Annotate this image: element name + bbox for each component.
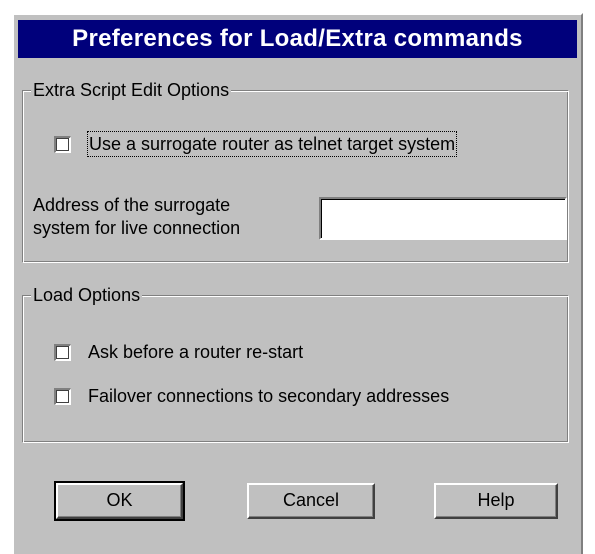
surrogate-address-label: Address of the surrogate system for live… [33, 194, 240, 240]
extra-options-legend: Extra Script Edit Options [31, 79, 232, 101]
failover-connections-checkbox[interactable] [54, 387, 71, 405]
surrogate-router-option[interactable]: Use a surrogate router as telnet target … [54, 131, 458, 157]
surrogate-address-label-line1: Address of the surrogate [33, 195, 231, 215]
load-options-legend: Load Options [31, 284, 143, 306]
help-button[interactable]: Help [434, 483, 558, 519]
failover-connections-option[interactable]: Failover connections to secondary addres… [54, 385, 449, 407]
surrogate-router-label[interactable]: Use a surrogate router as telnet target … [86, 131, 458, 157]
dialog-title: Preferences for Load/Extra commands [18, 20, 577, 58]
surrogate-address-input[interactable] [319, 197, 567, 240]
surrogate-router-checkbox[interactable] [54, 135, 71, 153]
failover-connections-label[interactable]: Failover connections to secondary addres… [88, 385, 449, 407]
surrogate-address-label-line2: system for live connection [33, 218, 241, 238]
ask-before-restart-option[interactable]: Ask before a router re-start [54, 341, 303, 363]
load-options-group: Load Options [22, 284, 569, 443]
ask-before-restart-checkbox[interactable] [54, 343, 71, 361]
preferences-dialog: Preferences for Load/Extra commands Extr… [12, 13, 583, 554]
cancel-button[interactable]: Cancel [247, 483, 375, 519]
ok-button[interactable]: OK [54, 481, 185, 521]
ask-before-restart-label[interactable]: Ask before a router re-start [88, 341, 303, 363]
